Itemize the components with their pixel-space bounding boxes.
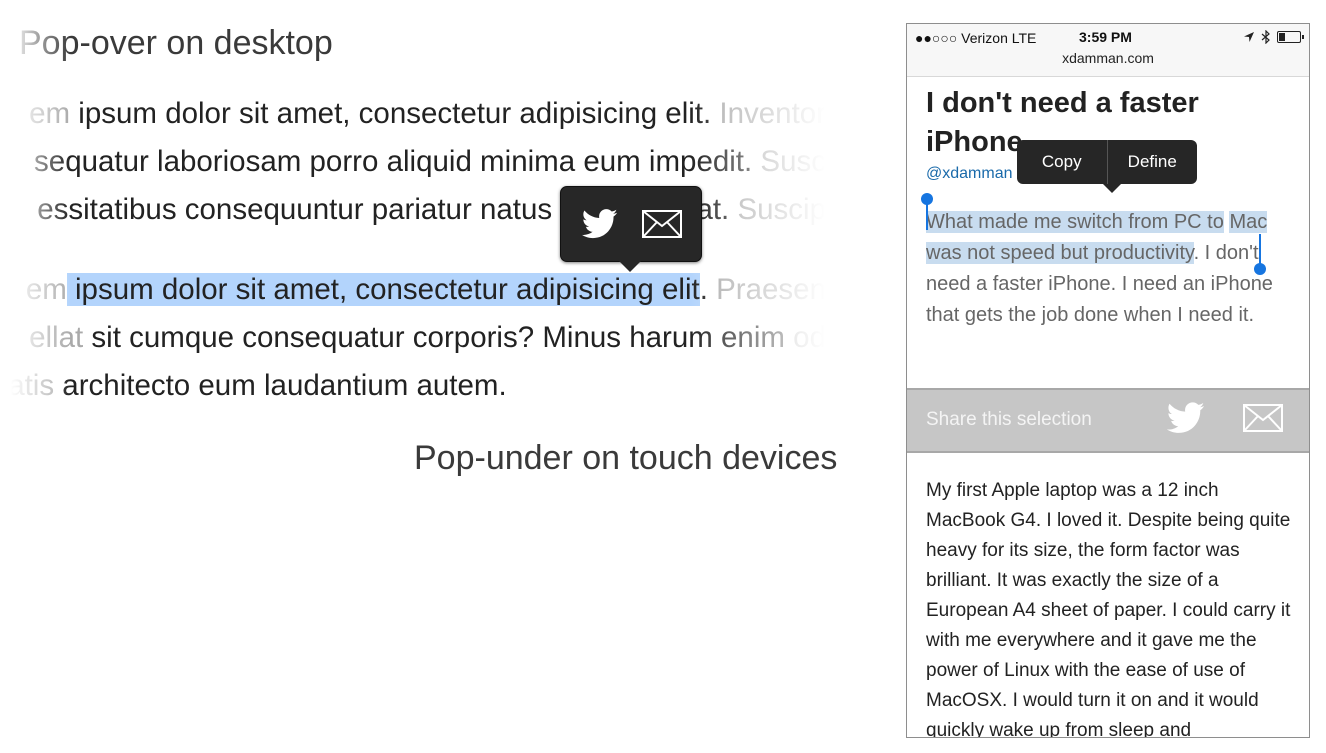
text-fragment: ellat — [29, 321, 84, 354]
text-fragment: Suscip — [737, 193, 826, 226]
author-link[interactable]: @xdamman — [926, 165, 1013, 183]
text-line: em ipsum dolor sit amet, consectetur adi… — [29, 94, 826, 134]
envelope-icon — [642, 210, 682, 238]
share-popover — [560, 186, 702, 272]
text-fragment: em — [29, 97, 71, 130]
text-fragment: architecto eum laudantium autem. — [54, 369, 507, 402]
text-fragment: ipsum dolor sit amet, consectetur adipis… — [70, 97, 720, 130]
envelope-icon[interactable] — [1243, 404, 1283, 432]
text-fragment: . — [699, 273, 717, 306]
desktop-article-text: em ipsum dolor sit amet, consectetur adi… — [0, 0, 840, 420]
twitter-bird-icon[interactable] — [1167, 402, 1205, 434]
text-line: sequatur laboriosam porro aliquid minima… — [34, 142, 826, 182]
tweet-button[interactable] — [577, 204, 623, 244]
phone-screen: ●●○○○ Verizon LTE 3:59 PM xdamman.com I … — [906, 23, 1310, 738]
text-fragment: Susc — [760, 145, 826, 178]
text-line: tatis architecto eum laudantium autem. — [0, 366, 507, 406]
twitter-bird-icon — [582, 209, 618, 239]
copy-menu-item[interactable]: Copy — [1017, 140, 1107, 184]
article-body: My first Apple laptop was a 12 inch MacB… — [926, 480, 1291, 738]
text-fragment: sequatur laboriosam porro aliquid minima… — [34, 145, 761, 178]
selection-start-handle[interactable] — [921, 193, 933, 230]
email-button[interactable] — [639, 204, 685, 244]
clock: 3:59 PM — [1079, 29, 1132, 45]
text-fragment: Inventor — [719, 97, 826, 130]
ios-edit-menu: Copy Define — [1017, 140, 1198, 193]
text-line: ellat sit cumque consequatur corporis? M… — [29, 318, 826, 358]
text-fragment: od — [793, 321, 826, 354]
selected-text[interactable]: ipsum dolor sit amet, consectetur adipis… — [66, 273, 700, 306]
share-label: Share this selection — [926, 409, 1092, 430]
carrier-label: ●●○○○ Verizon LTE — [915, 30, 1037, 46]
text-line: essitatibus consequuntur pariatur natus … — [37, 190, 826, 230]
share-bar: Share this selection — [907, 388, 1309, 453]
location-arrow-icon — [1244, 32, 1254, 42]
text-line: em ipsum dolor sit amet, consectetur adi… — [26, 270, 826, 310]
selection-end-handle[interactable] — [1254, 234, 1266, 275]
article-excerpt: What made me switch from PC to Mac was n… — [926, 207, 1294, 331]
text-fragment: Praesen — [716, 273, 826, 306]
touch-heading: Pop-under on touch devices — [414, 439, 838, 477]
status-bar: ●●○○○ Verizon LTE 3:59 PM xdamman.com — [907, 24, 1309, 77]
text-fragment: sit cumque consequatur corporis? Minus h… — [83, 321, 794, 354]
battery-icon — [1277, 31, 1304, 43]
define-menu-item[interactable]: Define — [1108, 140, 1198, 184]
address-bar-url[interactable]: xdamman.com — [907, 50, 1309, 66]
text-fragment: em — [25, 273, 67, 306]
selected-text[interactable]: What made me switch from PC to — [926, 211, 1224, 233]
status-icons — [1243, 30, 1304, 44]
text-fragment: tatis — [0, 369, 55, 402]
bluetooth-icon — [1261, 30, 1270, 44]
